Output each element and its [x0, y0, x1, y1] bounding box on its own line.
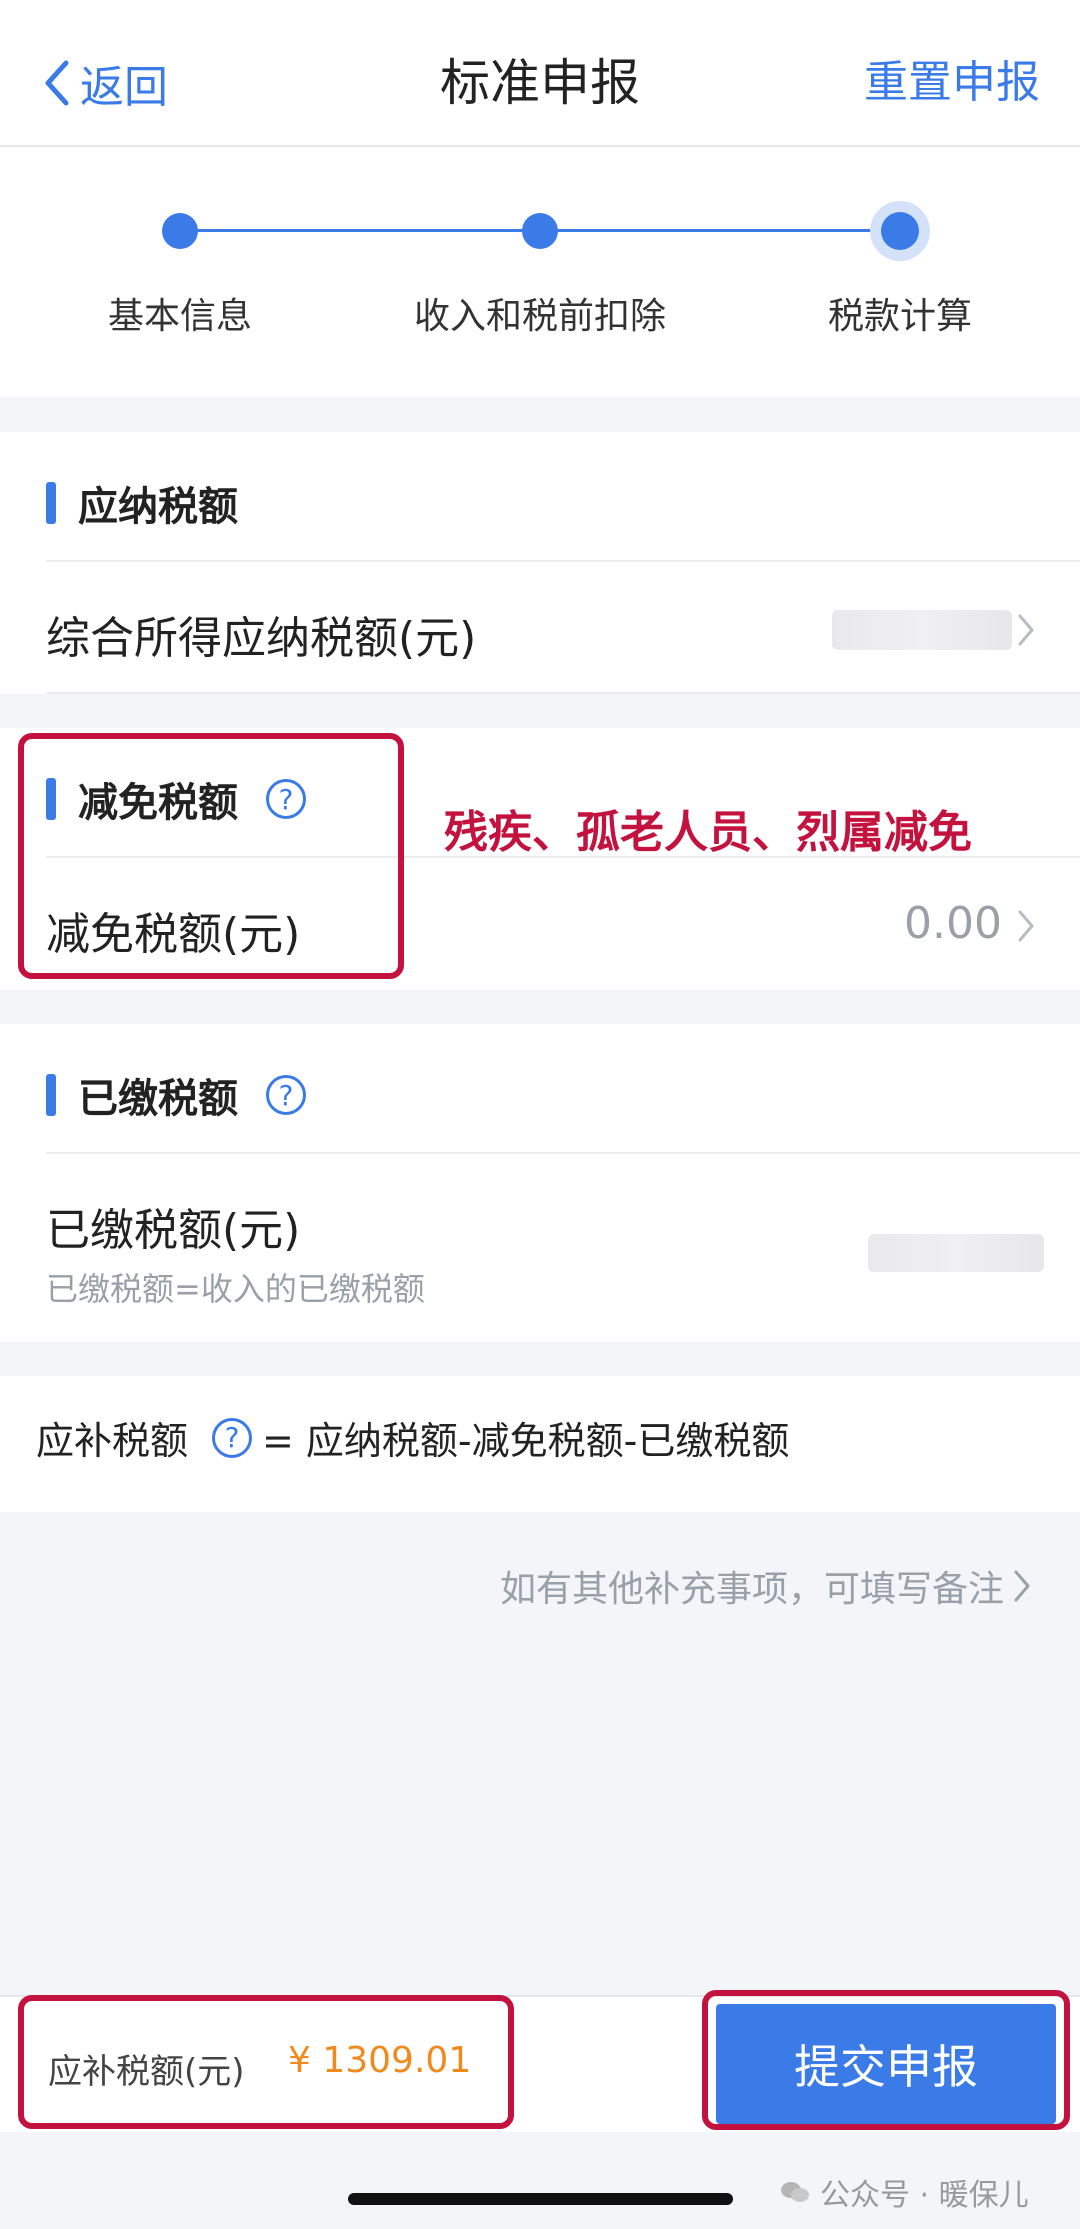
- annotation-highlight-submit: [702, 1990, 1070, 2130]
- help-question-icon[interactable]: ?: [212, 1417, 253, 1458]
- formula-expression: = 应纳税额-减免税额-已缴税额: [262, 1419, 790, 1463]
- step-label-income-deduction: 收入和税前扣除: [413, 296, 666, 337]
- payable-tax-label: 综合所得应纳税额(元): [46, 613, 477, 664]
- home-indicator[interactable]: [348, 2193, 733, 2205]
- step-label-tax-calculation: 税款计算: [827, 296, 972, 337]
- chevron-right-icon: [1014, 1570, 1030, 1602]
- chevron-right-icon: [1018, 910, 1034, 942]
- annotation-highlight-due: [18, 1995, 514, 2129]
- formula-label: 应补税额: [36, 1419, 189, 1463]
- payable-tax-card: 应纳税额 综合所得应纳税额(元): [0, 432, 1080, 694]
- step-dot-2: [522, 213, 558, 249]
- step-dot-1: [162, 213, 198, 249]
- paid-tax-hint: 已缴税额=收入的已缴税额: [46, 1270, 425, 1308]
- help-question-icon[interactable]: ?: [266, 1075, 306, 1115]
- section-bar: [46, 1074, 56, 1116]
- add-remark-link[interactable]: 如有其他补充事项，可填写备注: [500, 1560, 1032, 1612]
- progress-steps: 基本信息 收入和税前扣除 税款计算: [0, 147, 1080, 397]
- section-bar: [46, 482, 56, 524]
- annotation-note: 残疾、孤老人员、烈属减免: [444, 807, 972, 858]
- payable-tax-row[interactable]: 综合所得应纳税额(元): [0, 562, 1080, 692]
- section-title-paid: 已缴税额 ?: [46, 1066, 306, 1124]
- paid-tax-value-redacted: [868, 1234, 1044, 1272]
- reduction-tax-value: 0.00: [904, 898, 1002, 949]
- step-dot-3-active: [870, 201, 930, 261]
- step-label-basic-info: 基本信息: [107, 296, 252, 337]
- annotation-highlight-reduction: [18, 733, 404, 979]
- supplementary-tax-formula: 应补税额 ? = 应纳税额-减免税额-已缴税额: [36, 1410, 789, 1465]
- payable-tax-value-redacted: [832, 610, 1012, 650]
- wechat-icon: [781, 2182, 809, 2202]
- paid-tax-label: 已缴税额(元): [46, 1205, 301, 1256]
- reset-declaration-button[interactable]: 重置申报: [864, 48, 1040, 118]
- section-title-payable: 应纳税额: [46, 474, 238, 532]
- watermark: 公众号 · 暖保儿: [780, 2170, 1029, 2214]
- chevron-right-icon: [1018, 614, 1034, 646]
- paid-tax-card: 已缴税额 ? 已缴税额(元) 已缴税额=收入的已缴税额: [0, 1024, 1080, 1342]
- paid-tax-row[interactable]: 已缴税额(元) 已缴税额=收入的已缴税额: [0, 1154, 1080, 1342]
